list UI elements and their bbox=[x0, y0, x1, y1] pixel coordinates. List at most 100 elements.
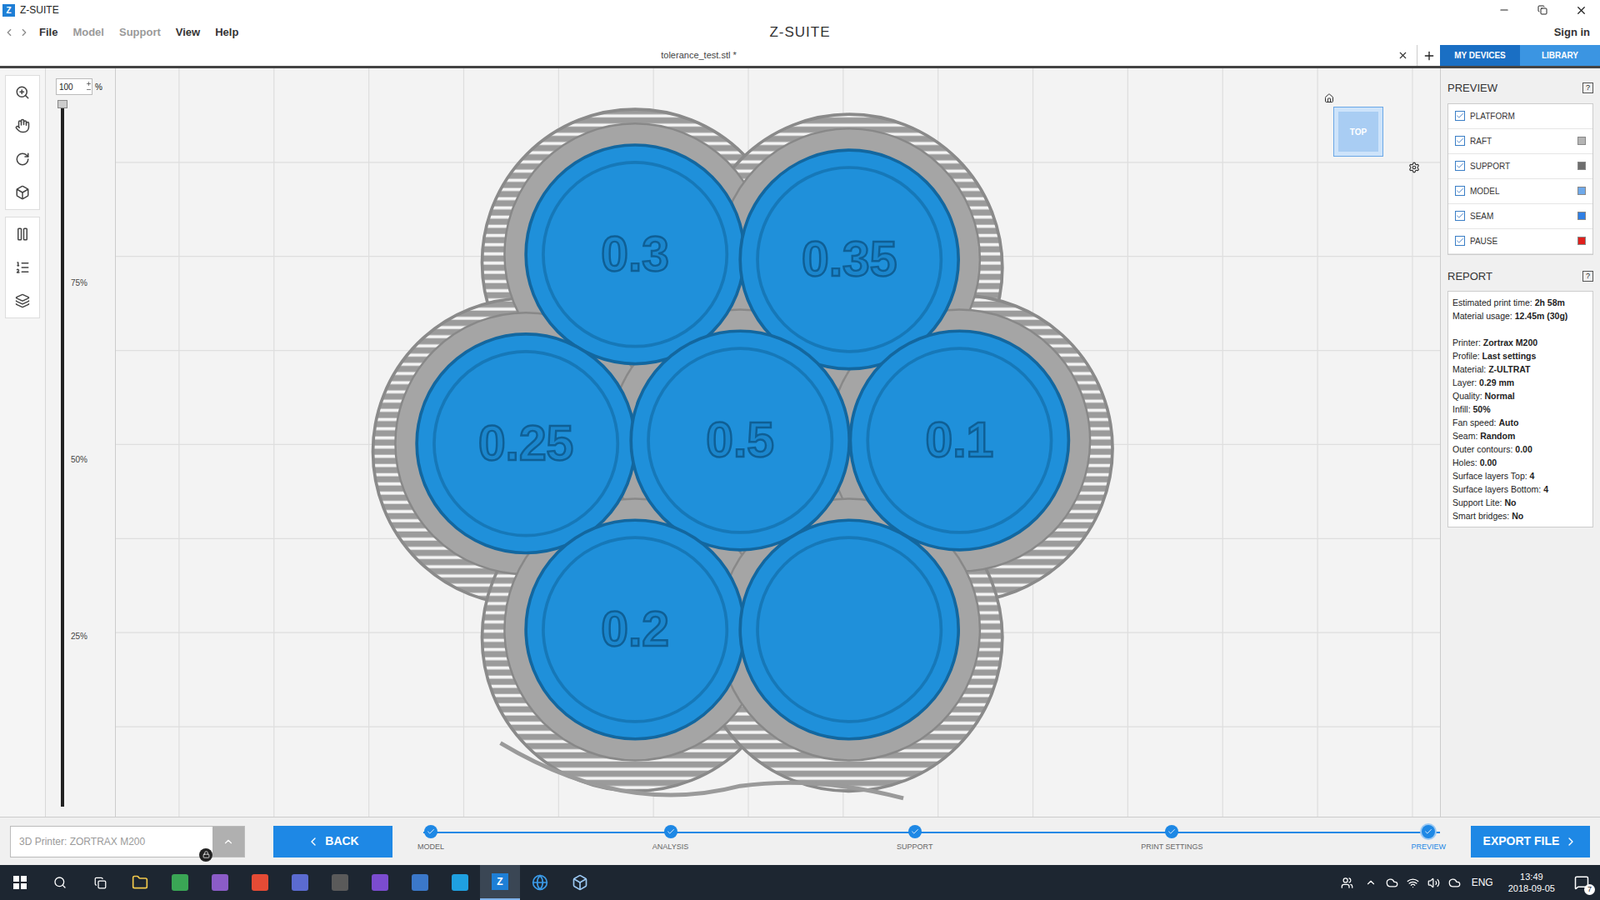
menu-item[interactable]: Model bbox=[66, 24, 110, 41]
layer-view-tool[interactable] bbox=[5, 284, 40, 318]
notification-button[interactable]: 7 bbox=[1563, 865, 1600, 900]
taskbar-app[interactable] bbox=[320, 874, 360, 891]
checkbox[interactable] bbox=[1455, 135, 1465, 146]
model-preview[interactable]: 0.30.350.250.50.10.2 bbox=[115, 68, 1440, 817]
slider-tick: 50% bbox=[70, 453, 88, 466]
zoom-input[interactable]: 100 bbox=[55, 78, 93, 95]
report-line: Smart bridges: No bbox=[1452, 509, 1589, 523]
preview-item[interactable]: PAUSE bbox=[1448, 229, 1593, 255]
sign-in-link[interactable]: Sign in bbox=[1554, 24, 1590, 41]
view-tool[interactable] bbox=[5, 175, 40, 210]
menu-item[interactable]: View bbox=[170, 24, 206, 41]
forward-arrow-icon[interactable] bbox=[18, 26, 30, 39]
document-tab[interactable]: tolerance_test.stl * bbox=[0, 45, 1417, 66]
people-icon[interactable] bbox=[1340, 876, 1354, 890]
decrement-icon[interactable] bbox=[85, 86, 92, 93]
taskbar-app-active[interactable]: Z bbox=[480, 865, 520, 900]
progress-step[interactable]: ANALYSIS bbox=[652, 825, 689, 854]
taskbar-app[interactable] bbox=[520, 874, 560, 891]
taskbar-app[interactable] bbox=[240, 874, 280, 891]
pause-tool[interactable] bbox=[5, 217, 40, 251]
side-tab[interactable]: MY DEVICES bbox=[1440, 45, 1520, 66]
report-line: Seam: Random bbox=[1452, 429, 1589, 443]
slider-handle[interactable] bbox=[57, 100, 68, 109]
task-view-button[interactable] bbox=[80, 876, 120, 890]
preview-item[interactable]: MODEL bbox=[1448, 179, 1593, 205]
zoom-tool[interactable] bbox=[5, 75, 40, 110]
volume-icon[interactable] bbox=[1427, 876, 1440, 890]
checkbox[interactable] bbox=[1455, 185, 1465, 196]
pause-tool-icon bbox=[15, 226, 30, 242]
printer-field[interactable]: 3D Printer: ZORTRAX M200 bbox=[10, 825, 245, 858]
menu-item[interactable]: Help bbox=[209, 24, 245, 41]
checkbox[interactable] bbox=[1455, 235, 1465, 246]
svg-text:0.35: 0.35 bbox=[801, 231, 897, 286]
pan-tool[interactable] bbox=[5, 109, 40, 143]
app-window: ZZ-SUITEFileModelSupportViewHelpZ-SUITES… bbox=[0, 0, 1600, 900]
minimize-icon bbox=[1498, 4, 1510, 16]
taskbar-app[interactable] bbox=[120, 874, 160, 891]
zoom-tool-icon bbox=[15, 85, 30, 100]
checkbox[interactable] bbox=[1455, 160, 1465, 171]
help-button[interactable]: ? bbox=[1582, 82, 1594, 94]
layers-order-tool-icon bbox=[15, 260, 30, 275]
new-tab-button[interactable] bbox=[1416, 45, 1440, 66]
layers-order-tool[interactable] bbox=[5, 250, 40, 285]
report-line: Estimated print time: 2h 58m bbox=[1452, 295, 1589, 310]
preview-item[interactable]: RAFT bbox=[1448, 129, 1593, 155]
taskbar-app[interactable] bbox=[160, 874, 200, 891]
view-cube[interactable]: TOP bbox=[1333, 93, 1384, 157]
taskbar-app[interactable] bbox=[400, 874, 440, 891]
check-icon bbox=[1455, 211, 1465, 220]
layer-slider[interactable]: 75%50%25% bbox=[55, 100, 106, 807]
help-button[interactable]: ? bbox=[1582, 270, 1594, 282]
search-button[interactable] bbox=[40, 875, 80, 890]
home-icon[interactable] bbox=[1324, 93, 1335, 104]
progress-step[interactable]: PRINT SETTINGS bbox=[1140, 825, 1203, 854]
taskbar-app[interactable] bbox=[560, 874, 600, 891]
increment-icon[interactable] bbox=[85, 80, 92, 87]
taskbar-app[interactable] bbox=[360, 874, 400, 891]
restore-button[interactable] bbox=[1523, 5, 1562, 15]
network-icon[interactable] bbox=[1406, 876, 1420, 890]
cloud-icon[interactable] bbox=[1448, 876, 1461, 890]
back-arrow-icon[interactable] bbox=[3, 26, 15, 39]
progress-step[interactable]: SUPPORT bbox=[896, 825, 933, 854]
close-tab-icon[interactable] bbox=[1397, 50, 1409, 61]
preview-item[interactable]: PLATFORM bbox=[1448, 104, 1593, 130]
back-button[interactable]: BACK bbox=[273, 825, 393, 858]
tray-expand-icon[interactable] bbox=[1365, 876, 1377, 889]
app-icon bbox=[451, 874, 469, 891]
rotate-tool[interactable] bbox=[5, 142, 40, 176]
side-tab[interactable]: LIBRARY bbox=[1520, 45, 1600, 66]
progress-step[interactable]: MODEL bbox=[417, 825, 445, 854]
canvas[interactable]: 0.30.350.250.50.10.2TOP bbox=[115, 68, 1440, 817]
title-bar: ZZ-SUITE bbox=[0, 0, 1600, 20]
checkbox[interactable] bbox=[1455, 110, 1465, 121]
right-panel: PREVIEW?PLATFORMRAFTSUPPORTMODELSEAMPAUS… bbox=[1440, 68, 1600, 817]
checkbox[interactable] bbox=[1455, 210, 1465, 221]
clock[interactable]: 13:492018-09-05 bbox=[1500, 870, 1564, 895]
gear-icon[interactable] bbox=[1408, 161, 1420, 174]
taskbar-app[interactable] bbox=[200, 874, 240, 891]
tab-bar: tolerance_test.stl * MY DEVICESLIBRARY bbox=[0, 45, 1600, 69]
svg-text:0.25: 0.25 bbox=[478, 415, 574, 470]
app-icon bbox=[211, 874, 229, 891]
taskbar-app[interactable] bbox=[440, 874, 480, 891]
export-button[interactable]: EXPORT FILE bbox=[1470, 825, 1590, 858]
close-button[interactable] bbox=[1561, 4, 1600, 17]
menu-item[interactable]: File bbox=[33, 24, 64, 41]
minimize-button[interactable] bbox=[1485, 4, 1524, 16]
bottom-bar: 3D Printer: ZORTRAX M200 BACK MODEL ANALYSI… bbox=[0, 816, 1600, 865]
language-indicator[interactable]: ENG bbox=[1471, 875, 1494, 890]
menu-item[interactable]: Support bbox=[113, 24, 167, 41]
preview-item[interactable]: SUPPORT bbox=[1448, 154, 1593, 180]
start-button[interactable] bbox=[0, 865, 40, 900]
onedrive-icon[interactable] bbox=[1385, 876, 1399, 890]
task-view-icon bbox=[94, 876, 107, 890]
preview-item[interactable]: SEAM bbox=[1448, 204, 1593, 230]
color-swatch bbox=[1577, 236, 1586, 245]
taskbar-app[interactable] bbox=[280, 874, 320, 891]
progress-step[interactable]: PREVIEW bbox=[1410, 825, 1446, 854]
layer-view-tool-icon bbox=[15, 293, 30, 309]
